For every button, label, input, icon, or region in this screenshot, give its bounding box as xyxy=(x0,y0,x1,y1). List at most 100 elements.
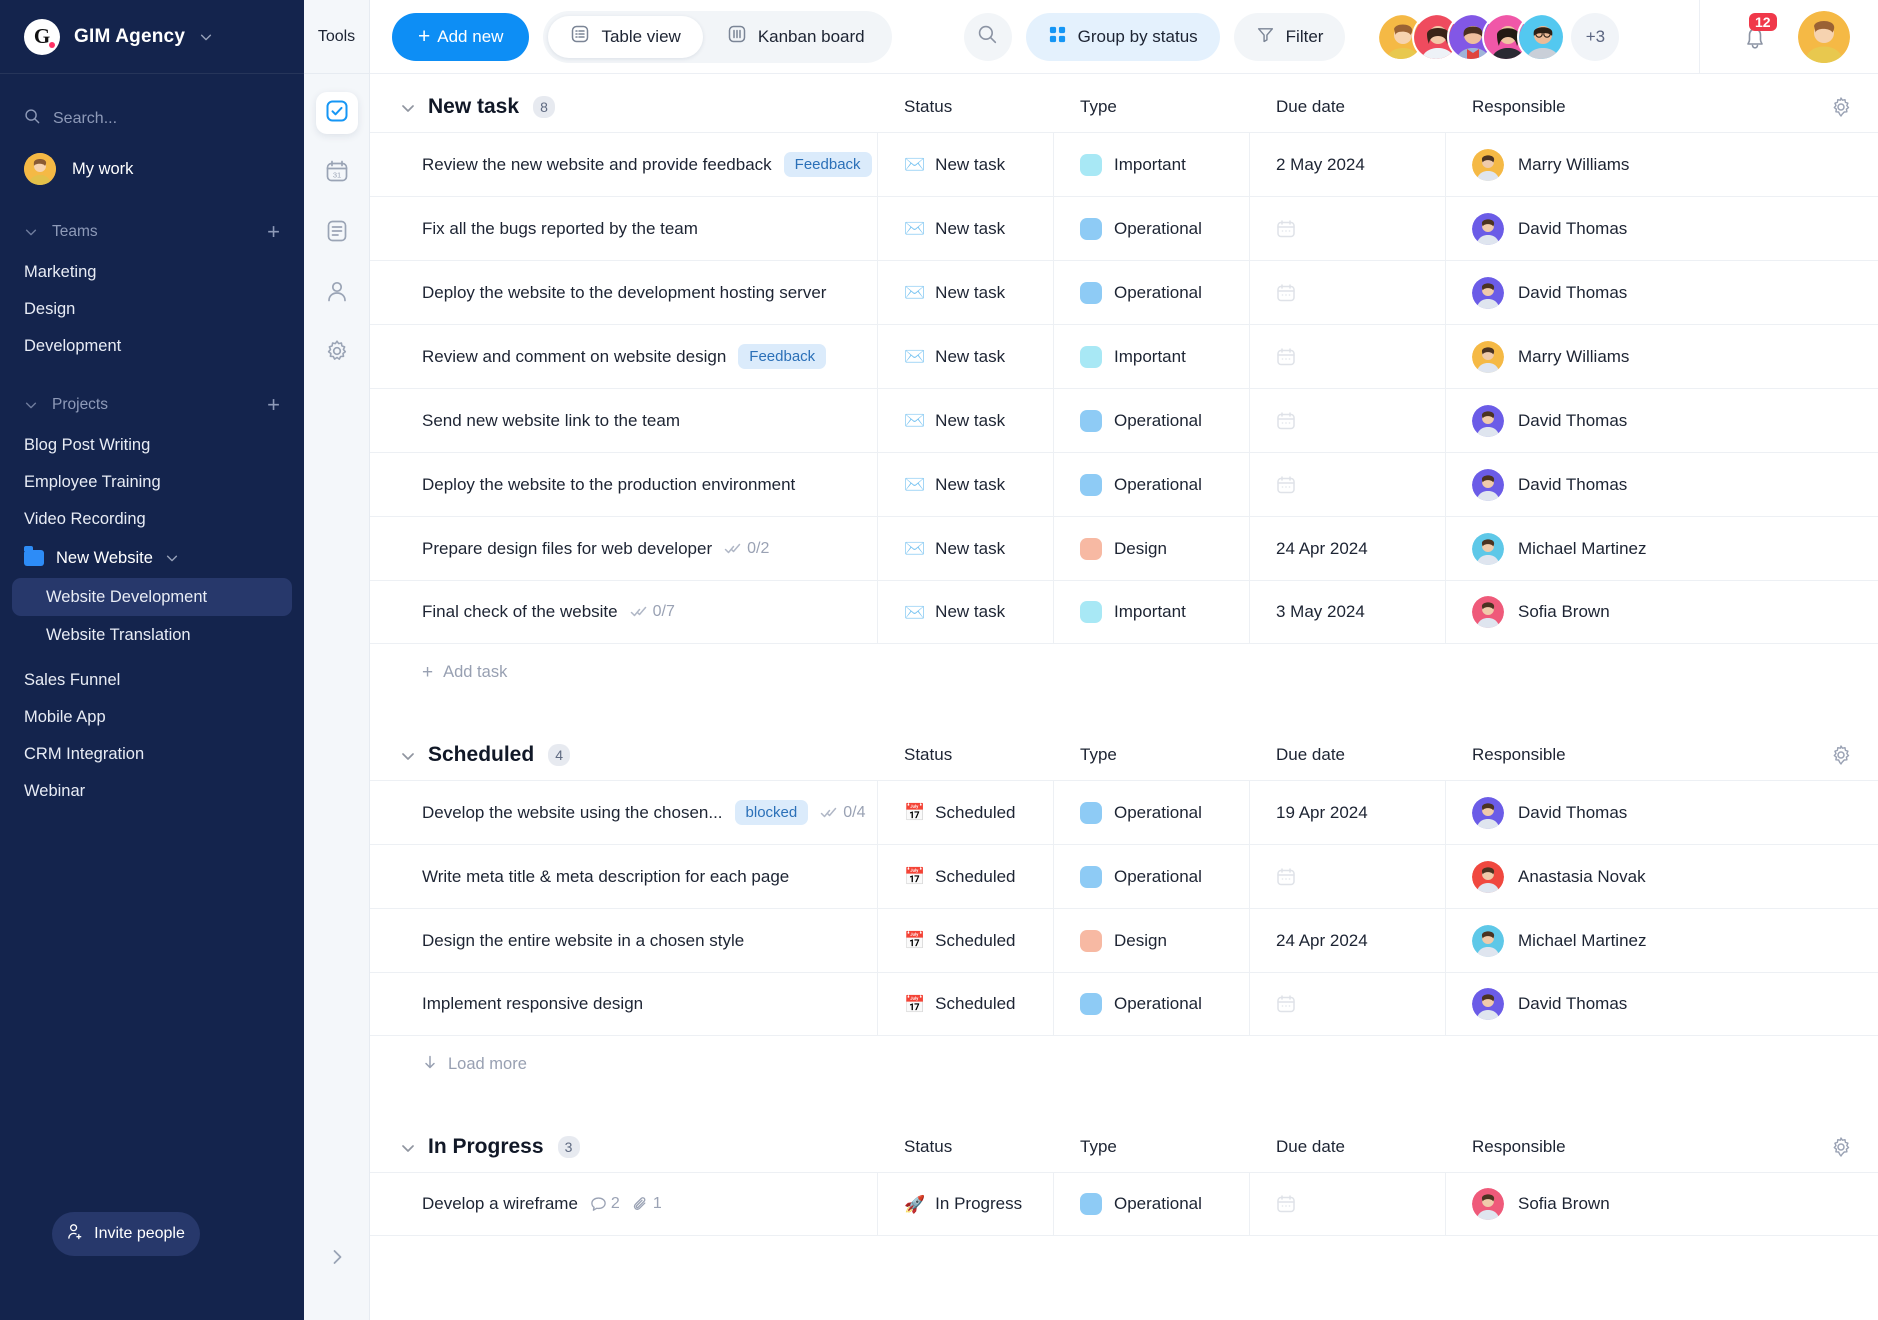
group-header-in-progress[interactable]: In Progress 3 Status Type Due date Respo… xyxy=(370,1114,1878,1172)
search-button[interactable] xyxy=(963,12,1012,61)
calendar-icon[interactable] xyxy=(1276,347,1296,367)
sidebar-item-website-development[interactable]: Website Development xyxy=(12,578,292,616)
cell-responsible[interactable]: Anastasia Novak xyxy=(1446,845,1878,908)
table-row[interactable]: Review the new website and provide feedb… xyxy=(370,132,1878,196)
invite-people-button[interactable]: Invite people xyxy=(52,1212,200,1256)
sidebar-item-my-work[interactable]: My work xyxy=(0,146,304,192)
member-avatars[interactable]: +3 xyxy=(1377,12,1620,61)
cell-responsible[interactable]: Marry Williams xyxy=(1446,133,1878,196)
calendar-icon[interactable] xyxy=(1276,283,1296,303)
chevron-down-icon[interactable] xyxy=(400,1140,414,1154)
notifications-button[interactable]: 12 xyxy=(1738,12,1777,54)
rail-item-documents[interactable] xyxy=(316,212,358,254)
task-table-scroll[interactable]: New task 8 Status Type Due date Responsi… xyxy=(370,74,1878,1320)
table-row[interactable]: Send new website link to the team ✉️ New t… xyxy=(370,388,1878,452)
sidebar-folder-new-website[interactable]: New Website xyxy=(0,538,304,578)
sidebar-item-employee-training[interactable]: Employee Training xyxy=(0,464,304,500)
cell-task-name[interactable]: Deploy the website to the production env… xyxy=(370,453,878,516)
cell-type[interactable]: Operational xyxy=(1054,845,1250,908)
sidebar-item-marketing[interactable]: Marketing xyxy=(0,254,304,290)
sidebar-item-sales-funnel[interactable]: Sales Funnel xyxy=(0,662,304,698)
table-row[interactable]: Write meta title & meta description for … xyxy=(370,844,1878,908)
rail-item-calendar[interactable]: 31 xyxy=(316,152,358,194)
sidebar-section-projects[interactable]: Projects + xyxy=(0,383,304,427)
chevron-down-icon[interactable] xyxy=(400,100,414,114)
rail-item-settings[interactable] xyxy=(316,332,358,374)
cell-type[interactable]: Operational xyxy=(1054,453,1250,516)
cell-due-date[interactable] xyxy=(1250,197,1446,260)
filter-button[interactable]: Filter xyxy=(1233,12,1346,61)
cell-due-date[interactable] xyxy=(1250,389,1446,452)
cell-due-date[interactable] xyxy=(1250,261,1446,324)
table-row[interactable]: Deploy the website to the development ho… xyxy=(370,260,1878,324)
cell-due-date[interactable] xyxy=(1250,973,1446,1035)
cell-task-name[interactable]: Review and comment on website design Feed… xyxy=(370,325,878,388)
cell-responsible[interactable]: Michael Martinez xyxy=(1446,517,1878,580)
calendar-icon[interactable] xyxy=(1276,475,1296,495)
tab-table-view[interactable]: Table view xyxy=(548,15,703,58)
sidebar-item-video-recording[interactable]: Video Recording xyxy=(0,501,304,537)
rail-item-tasks[interactable] xyxy=(315,92,358,134)
gear-icon[interactable] xyxy=(1830,1136,1878,1158)
table-row[interactable]: Fix all the bugs reported by the team ✉️ N… xyxy=(370,196,1878,260)
cell-type[interactable]: Design xyxy=(1054,517,1250,580)
expand-rail-button[interactable] xyxy=(304,1247,370,1272)
cell-responsible[interactable]: David Thomas xyxy=(1446,261,1878,324)
calendar-icon[interactable] xyxy=(1276,867,1296,887)
group-by-status-button[interactable]: Group by status xyxy=(1025,12,1220,61)
calendar-icon[interactable] xyxy=(1276,411,1296,431)
table-row[interactable]: Develop the website using the chosen... b… xyxy=(370,780,1878,844)
table-row[interactable]: Develop a wireframe 2 1 🚀 In Progress Operati… xyxy=(370,1172,1878,1236)
cell-task-name[interactable]: Develop a wireframe 2 1 xyxy=(370,1173,878,1235)
cell-type[interactable]: Operational xyxy=(1054,261,1250,324)
cell-status[interactable]: ✉️ New task xyxy=(878,261,1054,324)
rail-item-people[interactable] xyxy=(316,272,358,314)
cell-task-name[interactable]: Develop the website using the chosen... b… xyxy=(370,781,878,844)
sidebar-item-crm-integration[interactable]: CRM Integration xyxy=(0,736,304,772)
cell-type[interactable]: Operational xyxy=(1054,973,1250,1035)
cell-responsible[interactable]: David Thomas xyxy=(1446,973,1878,1035)
sidebar-item-blog-post-writing[interactable]: Blog Post Writing xyxy=(0,427,304,463)
cell-status[interactable]: ✉️ New task xyxy=(878,325,1054,388)
cell-type[interactable]: Operational xyxy=(1054,781,1250,844)
sidebar-item-website-translation[interactable]: Website Translation xyxy=(0,617,304,653)
table-row[interactable]: Prepare design files for web developer 0/… xyxy=(370,516,1878,580)
cell-type[interactable]: Operational xyxy=(1054,389,1250,452)
sidebar-item-mobile-app[interactable]: Mobile App xyxy=(0,699,304,735)
cell-status[interactable]: ✉️ New task xyxy=(878,133,1054,196)
cell-status[interactable]: ✉️ New task xyxy=(878,517,1054,580)
cell-due-date[interactable]: 3 May 2024 xyxy=(1250,581,1446,643)
add-team-button[interactable]: + xyxy=(267,221,280,243)
cell-status[interactable]: 📅 Scheduled xyxy=(878,845,1054,908)
cell-status[interactable]: ✉️ New task xyxy=(878,581,1054,643)
cell-status[interactable]: ✉️ New task xyxy=(878,197,1054,260)
add-project-button[interactable]: + xyxy=(267,394,280,416)
sidebar-item-development[interactable]: Development xyxy=(0,328,304,364)
tab-kanban-board[interactable]: Kanban board xyxy=(705,16,887,58)
add-task-button[interactable]: + Add task xyxy=(370,644,1878,700)
cell-type[interactable]: Operational xyxy=(1054,197,1250,260)
gear-icon[interactable] xyxy=(1830,744,1878,766)
table-row[interactable]: Implement responsive design 📅 Scheduled Ope… xyxy=(370,972,1878,1036)
cell-task-name[interactable]: Deploy the website to the development ho… xyxy=(370,261,878,324)
table-row[interactable]: Review and comment on website design Feed… xyxy=(370,324,1878,388)
chevron-down-icon[interactable] xyxy=(400,748,414,762)
sidebar-item-webinar[interactable]: Webinar xyxy=(0,773,304,809)
cell-type[interactable]: Operational xyxy=(1054,1173,1250,1235)
cell-task-name[interactable]: Design the entire website in a chosen st… xyxy=(370,909,878,972)
group-title-area[interactable]: Scheduled 4 xyxy=(370,743,878,767)
cell-due-date[interactable] xyxy=(1250,1173,1446,1235)
cell-responsible[interactable]: Sofia Brown xyxy=(1446,581,1878,643)
cell-task-name[interactable]: Final check of the website 0/7 xyxy=(370,581,878,643)
cell-status[interactable]: 🚀 In Progress xyxy=(878,1173,1054,1235)
cell-status[interactable]: 📅 Scheduled xyxy=(878,909,1054,972)
cell-task-name[interactable]: Review the new website and provide feedb… xyxy=(370,133,878,196)
cell-type[interactable]: Important xyxy=(1054,581,1250,643)
cell-responsible[interactable]: Michael Martinez xyxy=(1446,909,1878,972)
cell-status[interactable]: 📅 Scheduled xyxy=(878,973,1054,1035)
cell-responsible[interactable]: Marry Williams xyxy=(1446,325,1878,388)
cell-responsible[interactable]: David Thomas xyxy=(1446,781,1878,844)
group-header-new-task[interactable]: New task 8 Status Type Due date Responsi… xyxy=(370,74,1878,132)
table-row[interactable]: Design the entire website in a chosen st… xyxy=(370,908,1878,972)
search-input[interactable]: Search... xyxy=(0,96,304,142)
